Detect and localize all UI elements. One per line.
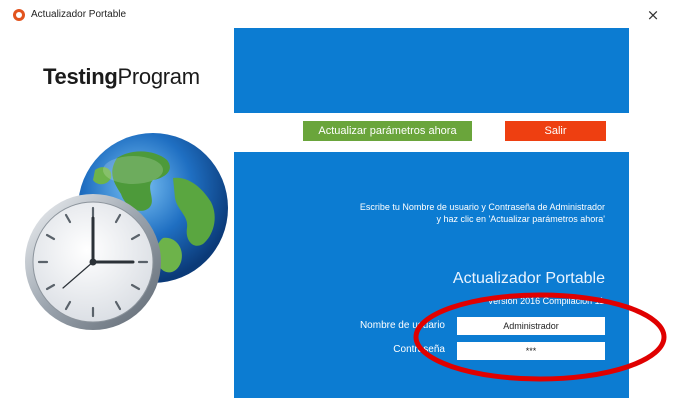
- instruction-line-2: y haz clic en 'Actualizar parámetros aho…: [436, 214, 605, 224]
- instruction-line-1: Escribe tu Nombre de usuario y Contraseñ…: [359, 202, 605, 212]
- window-title: Actualizador Portable: [31, 9, 127, 20]
- title-bar: Actualizador Portable ×: [0, 0, 675, 28]
- brand-logo-part1: Testing: [43, 64, 118, 89]
- brand-logo: TestingProgram: [43, 64, 200, 90]
- exit-button[interactable]: Salir: [505, 121, 606, 141]
- close-button[interactable]: ×: [631, 4, 675, 26]
- app-icon: [13, 9, 25, 21]
- update-parameters-button[interactable]: Actualizar parámetros ahora: [303, 121, 472, 141]
- red-circle-annotation: [413, 292, 667, 382]
- globe-clock-icon: [25, 133, 228, 330]
- product-title: Actualizador Portable: [452, 270, 605, 287]
- header-panel: [234, 28, 629, 113]
- brand-logo-part2: Program: [117, 64, 201, 89]
- app-window: Actualizador Portable × TestingProgram A…: [0, 0, 675, 398]
